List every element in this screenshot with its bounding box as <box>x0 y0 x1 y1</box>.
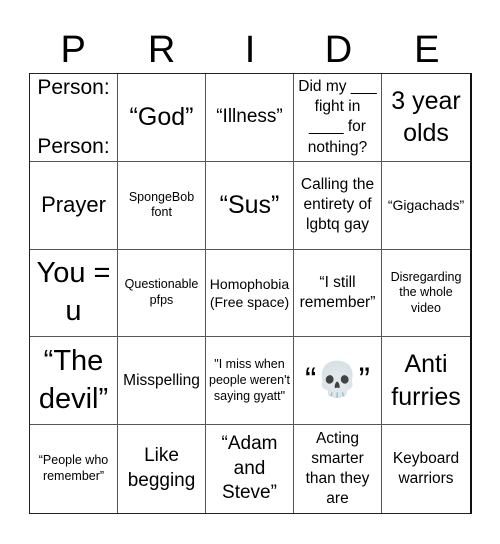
cell-text: “People who remember” <box>38 453 109 484</box>
cell-text: Calling the entirety of lgbtq gay <box>300 175 375 234</box>
bingo-cell[interactable]: Did my ___ fight in ____ for nothing? <box>294 74 382 162</box>
bingo-cell[interactable]: Keyboard warriors <box>382 425 470 513</box>
cell-text: “The devil” <box>38 345 109 415</box>
bingo-cell[interactable]: Person: Person: <box>30 74 118 162</box>
bingo-cell[interactable]: “God” <box>118 74 206 162</box>
header-letter-p: P <box>60 29 86 71</box>
cell-line: Person: <box>37 134 110 158</box>
bingo-cell[interactable]: Anti furries <box>382 337 470 426</box>
cell-text: “Adam and Steve” <box>221 433 278 504</box>
cell-line: Person: <box>37 76 110 99</box>
bingo-cell[interactable]: “💀” <box>294 337 382 426</box>
cell-text: Acting smarter than they are <box>305 429 370 508</box>
cell-text: Disregarding the whole video <box>390 269 462 315</box>
bingo-cell[interactable]: "I miss when people weren't saying gyatt… <box>206 337 294 426</box>
bingo-cell[interactable]: Calling the entirety of lgbtq gay <box>294 161 382 250</box>
header-letter-r: R <box>147 29 176 71</box>
cell-text: Questionable pfps <box>124 277 199 307</box>
bingo-cell[interactable]: “People who remember” <box>30 425 118 513</box>
cell-text: Like begging <box>127 445 196 492</box>
bingo-cell[interactable]: “Illness” <box>206 74 294 162</box>
bingo-cell[interactable]: Prayer <box>30 161 118 250</box>
cell-text: You = u <box>36 257 111 327</box>
bingo-cell[interactable]: Homophobia (Free space) <box>206 249 294 338</box>
bingo-cell[interactable]: “The devil” <box>30 337 118 426</box>
cell-text: "I miss when people weren't saying gyatt… <box>209 357 290 403</box>
cell-text: Prayer <box>41 192 106 217</box>
cell-text: Misspelling <box>123 371 200 389</box>
bingo-cell[interactable]: Like begging <box>118 425 206 513</box>
cell-text: “Gigachads” <box>387 197 465 214</box>
bingo-cell[interactable]: “Sus” <box>206 161 294 250</box>
bingo-cell[interactable]: Disregarding the whole video <box>382 250 470 338</box>
bingo-cell[interactable]: Acting smarter than they are <box>294 425 382 513</box>
cell-text: Homophobia (Free space) <box>209 275 290 310</box>
bingo-cell[interactable]: SpongeBob font <box>118 161 206 250</box>
bingo-cell[interactable]: Misspelling <box>118 337 206 426</box>
header-letter-e: E <box>414 29 440 71</box>
cell-text: Did my ___ fight in ____ for nothing? <box>298 78 377 156</box>
header-letter-d: D <box>324 29 353 71</box>
bingo-cell[interactable]: “Gigachads” <box>382 162 470 250</box>
cell-text: Person: Person: <box>37 74 110 161</box>
skull-icon: “💀” <box>305 361 370 400</box>
bingo-cell[interactable]: “Adam and Steve” <box>206 425 294 513</box>
bingo-header: P R I D E <box>29 28 471 72</box>
cell-text: Keyboard warriors <box>392 449 460 488</box>
cell-text: 3 year olds <box>391 86 461 148</box>
cell-text: “Sus” <box>219 190 280 219</box>
bingo-card: Person: Person: “God” “Illness” Did my _… <box>29 73 472 514</box>
cell-text: “Illness” <box>216 106 283 128</box>
cell-text: “I still remember” <box>299 273 376 311</box>
bingo-cell[interactable]: Questionable pfps <box>118 249 206 338</box>
cell-text: Anti furries <box>391 350 461 411</box>
cell-text: SpongeBob font <box>128 189 195 220</box>
bingo-cell[interactable]: 3 year olds <box>382 74 470 162</box>
bingo-cell[interactable]: You = u <box>30 249 118 338</box>
bingo-cell[interactable]: “I still remember” <box>294 249 382 338</box>
cell-text: “God” <box>129 103 194 132</box>
header-letter-i: I <box>244 29 256 71</box>
